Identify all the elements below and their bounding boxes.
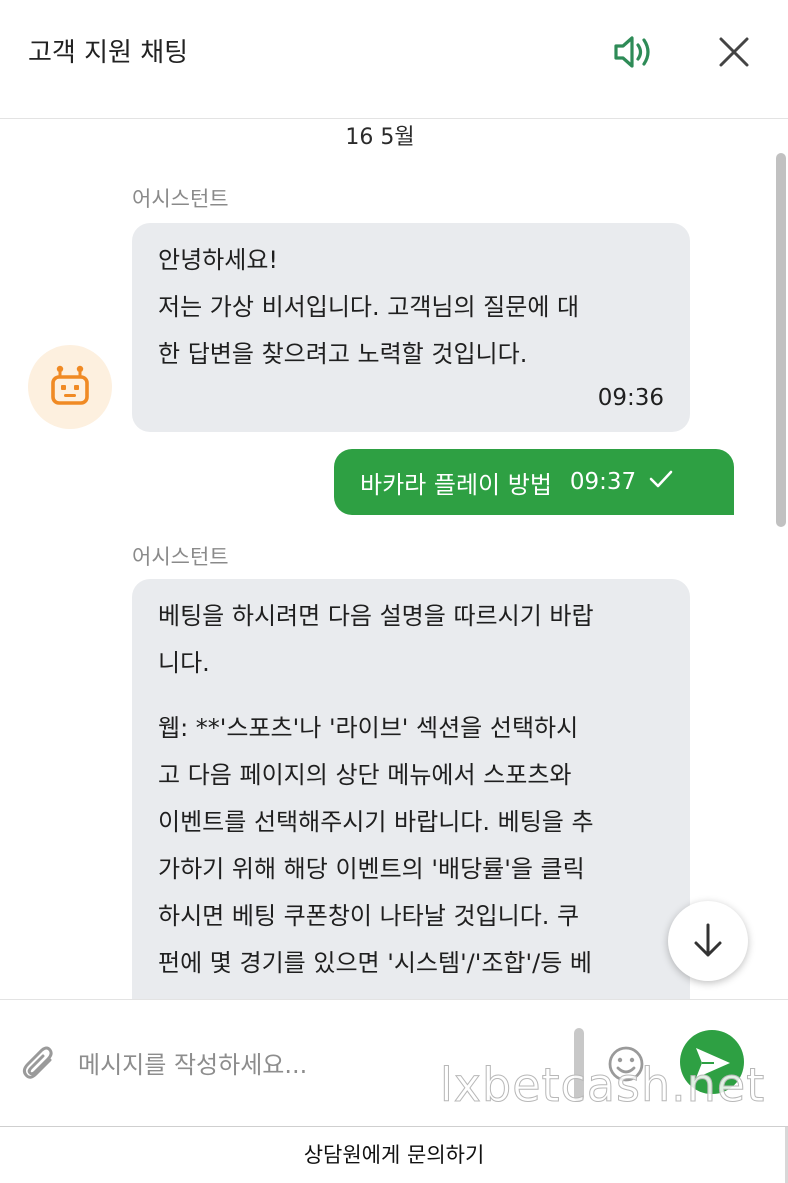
scroll-to-bottom-button[interactable] bbox=[668, 901, 748, 981]
scrollbar-thumb[interactable] bbox=[776, 153, 786, 527]
smiley-icon[interactable] bbox=[606, 1044, 646, 1084]
message-line: 한 답변을 찾으려고 노력할 것입니다. bbox=[158, 340, 528, 368]
message-line: 베팅을 하시려면 다음 설명을 따르시기 바랍 bbox=[158, 602, 594, 630]
message-line: 저는 가상 비서입니다. 고객님의 질문에 대 bbox=[158, 293, 580, 321]
paper-plane-icon bbox=[696, 1048, 730, 1078]
contact-agent-label: 상담원에게 문의하기 bbox=[303, 1143, 485, 1167]
speaker-volume-icon[interactable] bbox=[612, 32, 656, 72]
date-separator: 16 5월 bbox=[345, 125, 415, 150]
message-time: 09:36 bbox=[597, 385, 664, 411]
chat-message-list[interactable]: 16 5월 어시스턴트 안녕하세요! 저는 가상 비서입니다. 고객님의 질문에… bbox=[0, 119, 788, 999]
user-message-bubble: 바카라 플레이 방법 09:37 bbox=[334, 449, 734, 515]
message-line: 안녕하세요! bbox=[158, 246, 279, 274]
check-mark-icon bbox=[648, 468, 674, 496]
message-composer: lxbetcash.net bbox=[0, 999, 788, 1126]
send-button[interactable] bbox=[680, 1030, 744, 1094]
message-input[interactable] bbox=[76, 1040, 570, 1090]
sender-name: 어시스턴트 bbox=[132, 187, 229, 211]
robot-icon bbox=[51, 365, 89, 405]
message-line: 이벤트를 선택해주시기 바랍니다. 베팅을 추 bbox=[158, 808, 594, 836]
message-line: 웹: **'스포츠'나 '라이브' 섹션을 선택하시 bbox=[158, 714, 579, 742]
message-line: 펀에 몇 경기를 있으면 '시스템'/'조합'/등 베 bbox=[158, 949, 592, 977]
message-time: 09:37 bbox=[569, 469, 637, 495]
message-line: 가하기 위해 해당 이벤트의 '배당률'을 클릭 bbox=[158, 855, 585, 883]
bot-message-bubble: 안녕하세요! 저는 가상 비서입니다. 고객님의 질문에 대 한 답변을 찾으려… bbox=[132, 223, 690, 432]
chat-scrollbar[interactable] bbox=[772, 119, 788, 999]
bot-message-bubble: 베팅을 하시려면 다음 설명을 따르시기 바랍 니다. 웹: **'스포츠'나 … bbox=[132, 579, 690, 999]
chat-header: 고객 지원 채팅 bbox=[0, 0, 788, 119]
paperclip-icon[interactable] bbox=[22, 1044, 58, 1084]
close-icon[interactable] bbox=[716, 34, 752, 70]
composer-divider bbox=[574, 1028, 584, 1102]
header-title: 고객 지원 채팅 bbox=[28, 38, 189, 68]
message-line: 하시면 베팅 쿠폰창이 나타날 것입니다. 쿠 bbox=[158, 902, 580, 930]
message-line: 니다. bbox=[158, 649, 210, 677]
contact-agent-button[interactable]: 상담원에게 문의하기 bbox=[0, 1126, 788, 1183]
sender-name: 어시스턴트 bbox=[132, 545, 229, 569]
arrow-down-icon bbox=[694, 923, 722, 957]
message-text: 바카라 플레이 방법 bbox=[360, 470, 552, 499]
message-line: 고 다음 페이지의 상단 메뉴에서 스포츠와 bbox=[158, 761, 572, 789]
bot-avatar bbox=[28, 345, 112, 429]
